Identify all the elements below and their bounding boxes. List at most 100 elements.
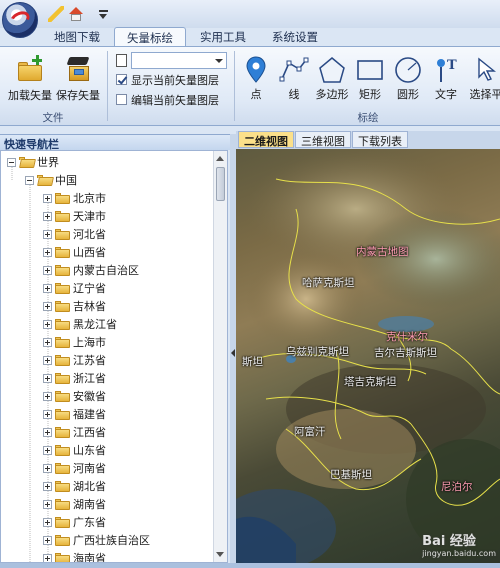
tree-node-province[interactable]: 北京市: [43, 189, 106, 207]
map-label: 哈萨克斯坦: [302, 277, 355, 289]
tree-node-label: 江苏省: [73, 354, 106, 367]
tree-node-province[interactable]: 黑龙江省: [43, 315, 117, 333]
folder-add-icon: [16, 55, 44, 83]
expand-toggle-icon[interactable]: [43, 463, 52, 473]
tree-node-province[interactable]: 广西壮族自治区: [43, 531, 150, 549]
folder-icon: [55, 462, 70, 474]
tree-node-province[interactable]: 天津市: [43, 207, 106, 225]
map-label: 斯坦: [242, 356, 263, 368]
status-strip: [0, 563, 500, 568]
rectangle-icon: [357, 60, 383, 80]
tree-node-province[interactable]: 安徽省: [43, 387, 106, 405]
customize-quick-access-icon[interactable]: [96, 6, 112, 22]
expand-toggle-icon[interactable]: [43, 553, 52, 562]
expand-toggle-icon[interactable]: [43, 355, 52, 365]
map-label: 吉尔吉斯斯坦: [374, 347, 437, 359]
expand-toggle-icon[interactable]: [43, 337, 52, 347]
tree-node-province[interactable]: 广东省: [43, 513, 106, 531]
tab-download-list[interactable]: 下载列表: [352, 131, 408, 148]
folder-icon: [55, 498, 70, 510]
expand-toggle-icon[interactable]: [43, 481, 52, 491]
tab-3d-view[interactable]: 三维视图: [295, 131, 351, 148]
save-vector-button[interactable]: 保存矢量: [54, 53, 102, 105]
expand-toggle-icon[interactable]: [43, 319, 52, 329]
expand-toggle-icon[interactable]: [43, 193, 52, 203]
folder-icon: [55, 192, 70, 204]
expand-toggle-icon[interactable]: [43, 499, 52, 509]
expand-toggle-icon[interactable]: [43, 427, 52, 437]
tree-node-province[interactable]: 河南省: [43, 459, 106, 477]
tree-node-province[interactable]: 湖南省: [43, 495, 106, 513]
text-icon: T: [437, 58, 457, 82]
tree-node-province[interactable]: 吉林省: [43, 297, 106, 315]
folder-open-icon: [37, 174, 54, 186]
tree-node-label: 广东省: [73, 516, 106, 529]
tree-node-province[interactable]: 浙江省: [43, 369, 106, 387]
tree-node-province[interactable]: 湖北省: [43, 477, 106, 495]
collapse-toggle-icon[interactable]: [7, 157, 16, 167]
app-menu-button[interactable]: [2, 2, 38, 38]
expand-toggle-icon[interactable]: [43, 301, 52, 311]
tree-node-world[interactable]: 世界: [7, 153, 59, 171]
folder-icon: [55, 264, 70, 276]
tree-node-province[interactable]: 上海市: [43, 333, 106, 351]
satellite-map[interactable]: 内蒙古地图 哈萨克斯坦 乌兹别克斯坦 吉尔吉斯斯坦 塔吉克斯坦 斯坦 阿富汗 巴…: [236, 149, 500, 564]
expand-toggle-icon[interactable]: [43, 445, 52, 455]
tab-map-download[interactable]: 地图下载: [42, 27, 112, 47]
edit-layer-checkbox[interactable]: [116, 94, 127, 105]
collapse-arrow-icon[interactable]: [231, 349, 235, 357]
draw-group-label: 标绘: [357, 112, 379, 124]
folder-icon: [55, 318, 70, 330]
show-layer-checkbox[interactable]: [116, 74, 127, 85]
scroll-down-icon[interactable]: [216, 552, 224, 557]
expand-toggle-icon[interactable]: [43, 247, 52, 257]
expand-toggle-icon[interactable]: [43, 265, 52, 275]
expand-toggle-icon[interactable]: [43, 517, 52, 527]
tree-node-province[interactable]: 内蒙古自治区: [43, 261, 139, 279]
expand-toggle-icon[interactable]: [43, 535, 52, 545]
expand-toggle-icon[interactable]: [43, 391, 52, 401]
ribbon-tabs: 地图下载 矢量标绘 实用工具 系统设置: [42, 27, 330, 47]
tab-tools[interactable]: 实用工具: [188, 27, 258, 47]
tree-node-province[interactable]: 山西省: [43, 243, 106, 261]
load-vector-button[interactable]: 加载矢量: [6, 53, 54, 105]
tree-scrollbar[interactable]: [213, 151, 227, 562]
expand-toggle-icon[interactable]: [43, 283, 52, 293]
home-icon[interactable]: [68, 6, 84, 22]
tree-node-label: 江西省: [73, 426, 106, 439]
tree-node-province[interactable]: 海南省: [43, 549, 106, 562]
tree-connector-lines: [11, 167, 49, 562]
tab-vector-plotting[interactable]: 矢量标绘: [114, 27, 186, 47]
tree-node-province[interactable]: 江西省: [43, 423, 106, 441]
tree-node-label: 北京市: [73, 192, 106, 205]
scroll-thumb[interactable]: [216, 167, 225, 201]
pencil-icon[interactable]: [48, 6, 64, 22]
scroll-up-icon[interactable]: [216, 156, 224, 161]
map-label: 乌兹别克斯坦: [286, 346, 349, 358]
line-icon: [279, 57, 309, 82]
navigation-tree[interactable]: 世界 中国 北京市天津市河北省 山西省 内蒙古自治区 辽宁省 吉林省 黑龙江省 上海市江苏省…: [0, 150, 228, 563]
folder-icon: [55, 336, 70, 348]
tree-node-label: 浙江省: [73, 372, 106, 385]
collapse-toggle-icon[interactable]: [25, 175, 34, 185]
tree-node-province[interactable]: 山东省: [43, 441, 106, 459]
expand-toggle-icon[interactable]: [43, 211, 52, 221]
tree-node-province[interactable]: 辽宁省: [43, 279, 106, 297]
expand-toggle-icon[interactable]: [43, 409, 52, 419]
folder-icon: [55, 408, 70, 420]
layer-select[interactable]: [131, 52, 227, 69]
tool-select-button[interactable]: 选择平: [466, 55, 500, 105]
expand-toggle-icon[interactable]: [43, 373, 52, 383]
tab-2d-view[interactable]: 二维视图: [238, 131, 294, 148]
tree-node-label: 中国: [55, 174, 77, 187]
folder-icon: [55, 246, 70, 258]
tree-node-province[interactable]: 福建省: [43, 405, 106, 423]
tree-node-china[interactable]: 中国: [25, 171, 77, 189]
tree-node-province[interactable]: 河北省: [43, 225, 106, 243]
tab-settings[interactable]: 系统设置: [260, 27, 330, 47]
map-terrain: [236, 149, 500, 564]
tree-node-label: 天津市: [73, 210, 106, 223]
tree-node-province[interactable]: 江苏省: [43, 351, 106, 369]
folder-icon: [55, 372, 70, 384]
expand-toggle-icon[interactable]: [43, 229, 52, 239]
